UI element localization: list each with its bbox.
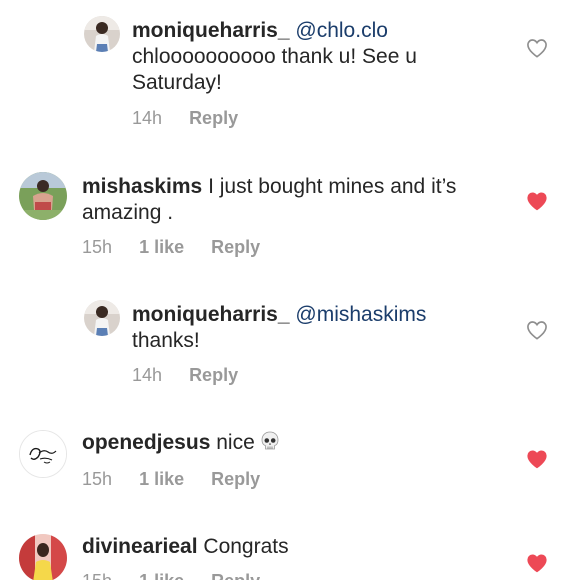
heart-outline-icon[interactable] (526, 320, 548, 340)
comment: openedjesus nice 15h 1 like Reply (0, 410, 580, 520)
comment-meta: 15h 1 like Reply (82, 236, 260, 258)
comment-meta: 14h Reply (132, 364, 238, 386)
comment-timestamp: 15h (82, 237, 113, 257)
comment-mention[interactable]: @mishaskims (295, 303, 426, 326)
skull-emoji-icon (259, 430, 281, 459)
comment-timestamp: 14h (132, 108, 163, 128)
comment-username[interactable]: moniqueharris_ (132, 19, 290, 42)
comment-meta: 14h Reply (132, 107, 238, 129)
comment-body-line: Saturday! (132, 71, 222, 94)
avatar[interactable] (84, 16, 120, 52)
heart-outline-icon[interactable] (526, 38, 548, 58)
reply-button[interactable]: Reply (189, 107, 238, 129)
avatar[interactable] (19, 172, 67, 220)
comment-body-line: nice (216, 431, 255, 454)
comment: divinearieal Congrats 15h 1 like Reply (0, 520, 580, 580)
comment-username[interactable]: openedjesus (82, 431, 210, 454)
reply-button[interactable]: Reply (211, 468, 260, 490)
reply-button[interactable]: Reply (189, 364, 238, 386)
comment-text: moniqueharris_ @mishaskims thanks! (132, 302, 512, 354)
comment-timestamp: 14h (132, 365, 163, 385)
reply-button[interactable]: Reply (211, 570, 260, 580)
comment-text: mishaskims I just bought mines and it’s … (82, 174, 502, 226)
likes-count[interactable]: 1 like (139, 468, 184, 490)
comment-meta: 15h 1 like Reply (82, 570, 260, 580)
comment-meta: 15h 1 like Reply (82, 468, 260, 490)
comment-timestamp: 15h (82, 469, 113, 489)
comment-body-line: I just bought mines and it’s (208, 175, 457, 198)
comment-username[interactable]: moniqueharris_ (132, 303, 290, 326)
comment-timestamp: 15h (82, 570, 112, 580)
avatar[interactable] (19, 534, 67, 580)
comment-mention[interactable]: @chlo.clo (295, 19, 388, 42)
comment-username[interactable]: divinearieal (82, 535, 198, 558)
comment: mishaskims I just bought mines and it’s … (0, 140, 580, 280)
comment-text: moniqueharris_ @chlo.clo chloooooooooo t… (132, 18, 512, 96)
avatar[interactable] (84, 300, 120, 336)
comment-text: openedjesus nice (82, 430, 502, 459)
avatar[interactable] (19, 430, 67, 478)
likes-count[interactable]: 1 like (139, 570, 184, 580)
comment-body-line: Congrats (203, 535, 289, 558)
heart-filled-icon[interactable] (526, 553, 548, 573)
comment-body-line: chloooooooooo thank u! See u (132, 45, 417, 68)
likes-count[interactable]: 1 like (139, 236, 184, 258)
reply-comment: moniqueharris_ @chlo.clo chloooooooooo t… (0, 0, 580, 140)
reply-comment: moniqueharris_ @mishaskims thanks! 14h R… (0, 280, 580, 410)
comment-body-line: thanks! (132, 329, 200, 352)
heart-filled-icon[interactable] (526, 191, 548, 211)
heart-filled-icon[interactable] (526, 449, 548, 469)
reply-button[interactable]: Reply (211, 236, 260, 258)
comment-username[interactable]: mishaskims (82, 175, 202, 198)
comment-text: divinearieal Congrats (82, 534, 502, 560)
comment-body-line: amazing . (82, 201, 174, 224)
